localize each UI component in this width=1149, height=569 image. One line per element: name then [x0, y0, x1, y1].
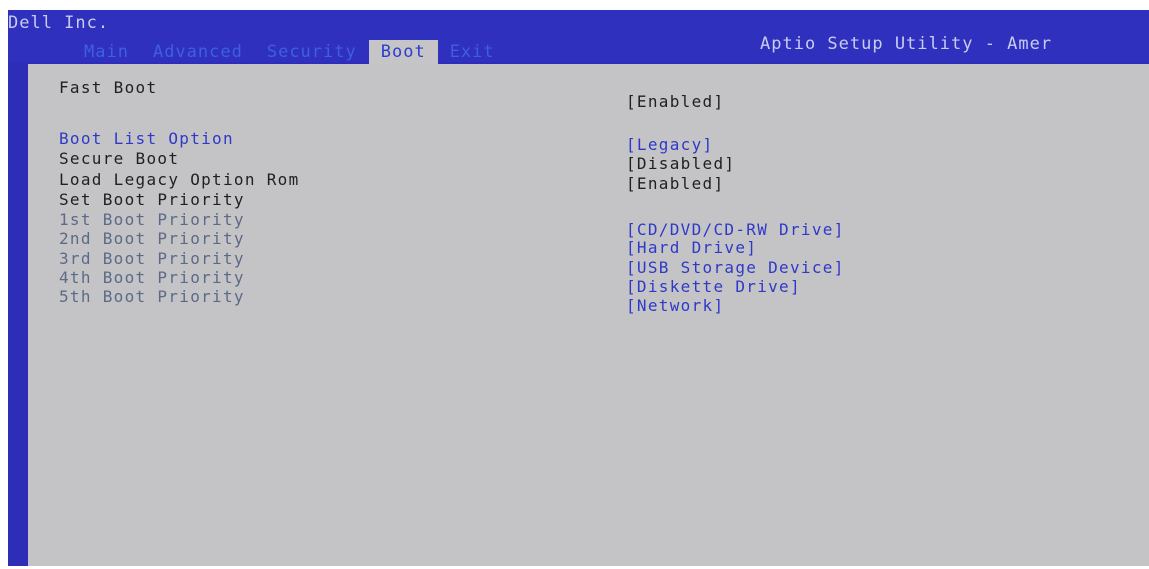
boot-priority-label: 4th Boot Priority — [59, 268, 245, 287]
tab-boot[interactable]: Boot — [368, 40, 438, 64]
boot-priority-value[interactable]: [CD/DVD/CD-RW Drive] — [626, 220, 845, 239]
secure-boot-label: Secure Boot — [59, 149, 180, 168]
set-boot-priority-heading: Set Boot Priority — [59, 190, 245, 209]
tab-exit[interactable]: Exit — [438, 40, 507, 64]
utility-title: Aptio Setup Utility - Amer — [760, 34, 1053, 54]
bios-screen: Dell Inc. Aptio Setup Utility - Amer Mai… — [0, 0, 1149, 569]
boot-list-option-label[interactable]: Boot List Option — [59, 129, 234, 148]
boot-priority-value[interactable]: [Hard Drive] — [626, 238, 757, 257]
secure-boot-value[interactable]: [Disabled] — [626, 154, 735, 173]
boot-priority-label: 3rd Boot Priority — [59, 249, 245, 268]
tab-main[interactable]: Main — [72, 40, 141, 64]
tab-advanced[interactable]: Advanced — [141, 40, 255, 64]
boot-priority-value[interactable]: [Diskette Drive] — [626, 277, 801, 296]
boot-priority-value[interactable]: [Network] — [626, 296, 724, 315]
load-legacy-option-rom-value[interactable]: [Enabled] — [626, 174, 724, 193]
boot-priority-value[interactable]: [USB Storage Device] — [626, 258, 845, 277]
boot-priority-label: 5th Boot Priority — [59, 287, 245, 306]
boot-priority-label: 1st Boot Priority — [59, 210, 245, 229]
header-bar: Dell Inc. Aptio Setup Utility - Amer Mai… — [8, 10, 1149, 64]
bios-window: Dell Inc. Aptio Setup Utility - Amer Mai… — [8, 10, 1149, 566]
fast-boot-label: Fast Boot — [59, 78, 158, 97]
boot-settings-panel: Fast Boot [Enabled] Boot List Option [Le… — [28, 64, 1149, 566]
tab-security[interactable]: Security — [255, 40, 369, 64]
tab-bar: Main Advanced Security Boot Exit — [72, 40, 507, 64]
fast-boot-value[interactable]: [Enabled] — [626, 92, 724, 111]
boot-list-option-value[interactable]: [Legacy] — [626, 135, 713, 154]
vendor-name: Dell Inc. — [8, 13, 110, 33]
load-legacy-option-rom-label: Load Legacy Option Rom — [59, 170, 300, 189]
boot-priority-label: 2nd Boot Priority — [59, 229, 245, 248]
